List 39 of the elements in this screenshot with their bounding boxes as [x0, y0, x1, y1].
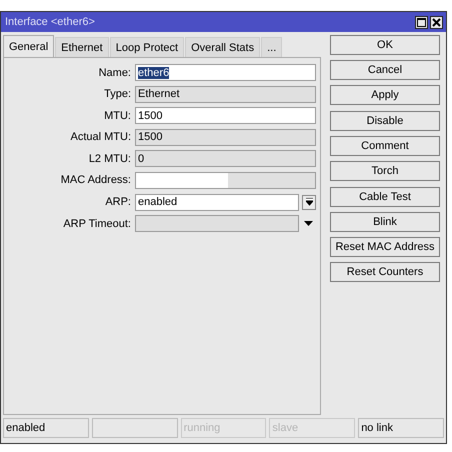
- tab[interactable]: Ethernet: [55, 37, 109, 57]
- dialog-button[interactable]: Blink: [330, 212, 440, 232]
- dialog-button[interactable]: Comment: [330, 136, 440, 156]
- dialog-button[interactable]: Cable Test: [330, 187, 440, 207]
- dropdown-field[interactable]: enabled: [135, 194, 299, 211]
- dialog-button[interactable]: Cancel: [330, 60, 440, 80]
- field-label: Actual MTU:: [69, 131, 132, 144]
- dialog-button[interactable]: Reset MAC Address: [330, 237, 440, 257]
- status-cell: no link: [358, 418, 444, 438]
- tab[interactable]: General: [3, 35, 54, 57]
- dialog-button[interactable]: Torch: [330, 161, 440, 181]
- field-label: ARP:: [104, 196, 132, 208]
- readonly-field: Ethernet: [135, 86, 316, 103]
- dialog-button[interactable]: Disable: [330, 111, 440, 131]
- field-label: MAC Address:: [60, 174, 132, 186]
- readonly-field: 1500: [135, 128, 316, 146]
- readonly-field: 0: [135, 150, 316, 168]
- status-cell: enabled: [3, 418, 89, 438]
- input-field[interactable]: [135, 172, 316, 189]
- tab[interactable]: ...: [261, 37, 282, 57]
- tab[interactable]: Overall Stats: [185, 37, 260, 57]
- tab[interactable]: Loop Protect: [110, 37, 184, 57]
- input-field[interactable]: ether6: [135, 64, 316, 81]
- dialog-button[interactable]: OK: [330, 35, 440, 55]
- caret-icon: [306, 198, 312, 206]
- caret-icon[interactable]: [304, 221, 313, 226]
- field-label: L2 MTU:: [88, 152, 132, 165]
- field-label: Name:: [98, 66, 132, 78]
- dropdown-button[interactable]: [302, 194, 316, 210]
- dialog-button[interactable]: Apply: [330, 85, 440, 105]
- maximize-icon[interactable]: [415, 16, 428, 28]
- input-field[interactable]: [135, 215, 299, 232]
- input-field[interactable]: 1500: [135, 107, 316, 124]
- close-icon[interactable]: [430, 16, 443, 28]
- field-label: MTU:: [103, 110, 132, 122]
- field-label: Type:: [103, 88, 132, 100]
- field-label: ARP Timeout:: [62, 218, 132, 230]
- dialog-button[interactable]: Reset Counters: [330, 262, 440, 282]
- window-title: Interface <ether6>: [5, 16, 95, 28]
